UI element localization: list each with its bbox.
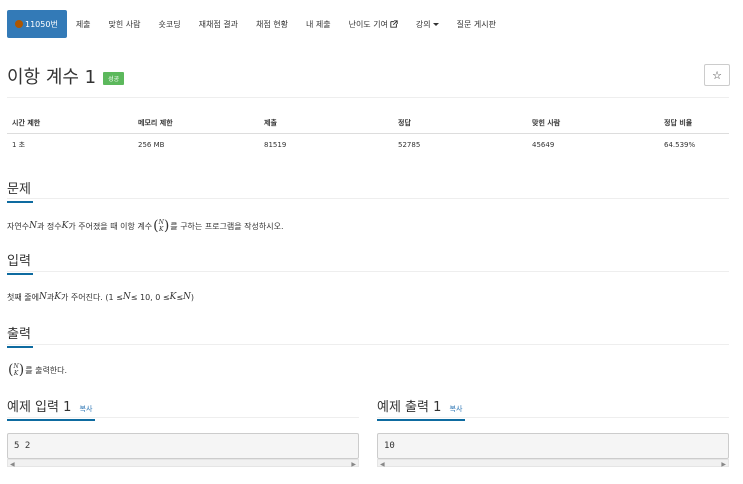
input-heading-text: 입력: [7, 254, 31, 269]
page-title: 이항 계수 1 성공: [7, 63, 125, 89]
binomial-coefficient: ( NK ): [8, 362, 25, 378]
desc-text-1: 자연수: [7, 221, 30, 231]
heading-underline: [7, 346, 33, 348]
example-input-scrollbar[interactable]: ◀ ▶: [7, 459, 359, 468]
external-link-icon: [390, 20, 398, 28]
problem-info-table: 시간 제한 메모리 제한 제출 정답 맞힌 사람 정답 비율 1 초 256 M…: [7, 113, 729, 156]
section-heading-output: 출력: [7, 323, 33, 348]
heading-underline: [7, 273, 33, 275]
tab-problem-number[interactable]: 11050번: [7, 10, 67, 38]
title-divider: [7, 97, 729, 98]
value-memory-limit: 256 MB: [138, 141, 165, 149]
desc-var-k: K: [61, 221, 69, 231]
section-divider: [7, 417, 359, 418]
tab-difficulty-label: 난이도 기여: [348, 19, 388, 29]
heading-underline: [7, 419, 95, 421]
input-cond-var-n2: N: [183, 292, 191, 302]
header-submissions: 제출: [259, 113, 393, 134]
tab-my-submissions[interactable]: 내 제출: [297, 10, 340, 38]
header-ratio: 정답 비율: [659, 113, 729, 134]
problem-title: 이항 계수 1: [7, 67, 97, 88]
status-badge: 성공: [103, 71, 125, 85]
input-text-3: 가 주어진다. (1 ≤: [60, 292, 123, 302]
heading-underline: [7, 201, 33, 203]
desc-var-n: N: [29, 221, 37, 231]
value-ratio: 64.539%: [664, 141, 696, 149]
input-var-k: K: [54, 292, 61, 302]
value-time-limit: 1 초: [12, 141, 26, 149]
description-heading-text: 문제: [7, 182, 31, 197]
section-divider: [7, 344, 729, 345]
example-output-scrollbar[interactable]: ◀ ▶: [377, 459, 729, 468]
header-time-limit: 시간 제한: [7, 113, 133, 134]
header-memory-limit: 메모리 제한: [133, 113, 259, 134]
input-text-4: ≤ 10, 0 ≤: [130, 292, 170, 302]
example-input-box[interactable]: 5 2: [7, 433, 359, 459]
table-row: 1 초 256 MB 81519 52785 45649 64.539%: [7, 134, 729, 157]
heading-underline: [377, 419, 465, 421]
desc-text-4: 를 구하는 프로그램을 작성하시오.: [170, 221, 284, 231]
example-output-box[interactable]: 10: [377, 433, 729, 459]
desc-text-2: 과 정수: [36, 221, 62, 231]
tab-solved-users[interactable]: 맞힌 사람: [100, 10, 150, 38]
scroll-left-icon[interactable]: ◀: [380, 461, 385, 468]
star-icon: ☆: [712, 68, 722, 82]
section-heading-example-input: 예제 입력 1 복사: [7, 396, 95, 421]
tab-judge-status[interactable]: 채점 현황: [247, 10, 297, 38]
tab-lecture-label: 강의: [415, 19, 431, 29]
example-input-value: 5 2: [14, 441, 31, 451]
binomial-coefficient: ( NK ): [153, 218, 170, 234]
input-text-6: ): [190, 292, 195, 302]
scroll-right-icon[interactable]: ▶: [721, 461, 726, 468]
tier-icon: [15, 20, 23, 28]
input-text: 첫째 줄에 N 과 K 가 주어진다. (1 ≤ N ≤ 10, 0 ≤ K ≤…: [7, 290, 194, 304]
tab-question-board[interactable]: 질문 게시판: [448, 10, 505, 38]
example-output-heading-text: 예제 출력 1: [377, 400, 442, 415]
section-heading-example-output: 예제 출력 1 복사: [377, 396, 465, 421]
tab-problem-number-label: 11050번: [25, 19, 58, 29]
section-divider: [7, 198, 729, 199]
table-header-row: 시간 제한 메모리 제한 제출 정답 맞힌 사람 정답 비율: [7, 113, 729, 134]
example-input-heading-text: 예제 입력 1: [7, 400, 72, 415]
value-solved-users: 45649: [532, 141, 555, 149]
input-cond-var-k: K: [169, 292, 177, 302]
copy-example-input-button[interactable]: 복사: [80, 405, 93, 413]
input-var-n: N: [38, 292, 47, 302]
tab-lecture-dropdown[interactable]: 강의: [407, 10, 448, 38]
section-heading-input: 입력: [7, 250, 33, 275]
caret-down-icon: [432, 22, 439, 26]
scroll-right-icon[interactable]: ▶: [351, 461, 356, 468]
section-heading-description: 문제: [7, 178, 33, 203]
output-text: ( NK ) 를 출력한다.: [7, 360, 67, 380]
tab-difficulty-contribution[interactable]: 난이도 기여: [340, 10, 407, 38]
tab-short-coding[interactable]: 숏코딩: [150, 10, 190, 38]
problem-nav: 11050번 제출 맞힌 사람 숏코딩 재채점 결과 채점 현황 내 제출 난이…: [7, 10, 505, 38]
value-submissions: 81519: [264, 141, 287, 149]
tab-rejudge-result[interactable]: 재채점 결과: [190, 10, 247, 38]
header-solved-users: 맞힌 사람: [527, 113, 659, 134]
output-heading-text: 출력: [7, 327, 31, 342]
copy-example-output-button[interactable]: 복사: [450, 405, 463, 413]
section-divider: [377, 417, 729, 418]
scroll-left-icon[interactable]: ◀: [10, 461, 15, 468]
value-accepted: 52785: [398, 141, 421, 149]
description-text: 자연수 N 과 정수 K 가 주어졌을 때 이항 계수 ( NK ) 를 구하는…: [7, 216, 284, 236]
tab-submit[interactable]: 제출: [67, 10, 100, 38]
input-cond-var-n: N: [122, 292, 131, 302]
desc-text-3: 가 주어졌을 때 이항 계수: [68, 221, 153, 231]
section-divider: [7, 271, 729, 272]
output-text-1: 를 출력한다.: [25, 365, 68, 375]
example-output-value: 10: [384, 441, 395, 451]
input-text-1: 첫째 줄에: [7, 292, 39, 302]
header-accepted: 정답: [393, 113, 527, 134]
star-button[interactable]: ☆: [704, 64, 730, 86]
